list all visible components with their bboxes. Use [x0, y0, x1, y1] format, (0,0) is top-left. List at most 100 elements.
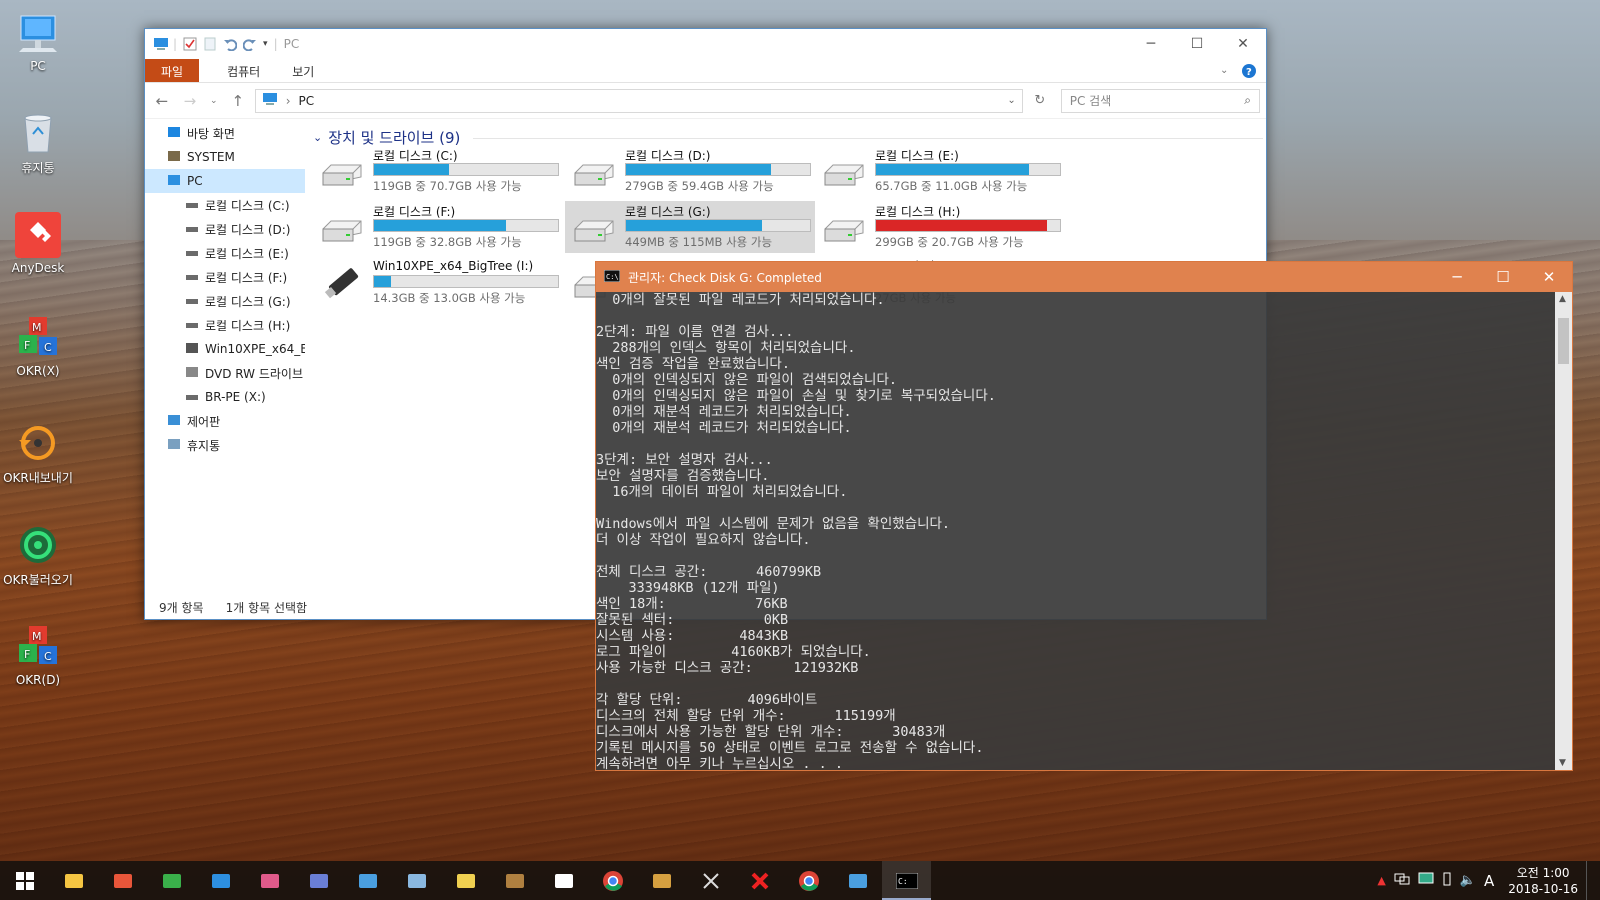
start-icon[interactable] [0, 861, 49, 900]
drive-icon [185, 222, 199, 237]
drive-tile[interactable]: 로컬 디스크 (F:) 119GB 중 32.8GB 사용 가능 [313, 201, 563, 253]
desktop-icon-okr-import[interactable]: OKR불러오기 [2, 522, 74, 588]
scroll-down-icon[interactable]: ▼ [1559, 758, 1566, 768]
pc-icon[interactable] [833, 861, 882, 900]
app-icon[interactable] [196, 861, 245, 900]
drive-free-space: 119GB 중 32.8GB 사용 가능 [373, 235, 522, 249]
app-icon[interactable] [539, 861, 588, 900]
nav-item[interactable]: DVD RW 드라이브 [145, 361, 305, 385]
app-icon[interactable] [441, 861, 490, 900]
app-icon[interactable] [147, 861, 196, 900]
drive-tile[interactable]: 로컬 디스크 (E:) 65.7GB 중 11.0GB 사용 가능 [815, 145, 1065, 197]
recycle-bin-icon [167, 438, 181, 453]
chrome-icon[interactable] [784, 861, 833, 900]
drive-tile[interactable]: 로컬 디스크 (D:) 279GB 중 59.4GB 사용 가능 [565, 145, 815, 197]
show-hidden-icons-icon[interactable]: ▲ [1377, 874, 1385, 887]
breadcrumb-pc[interactable]: PC [299, 94, 315, 108]
console-icon[interactable]: C: [882, 861, 931, 900]
drive-free-space: 299GB 중 20.7GB 사용 가능 [875, 235, 1024, 249]
minimize-button[interactable]: ─ [1434, 262, 1480, 292]
address-bar[interactable]: › PC ⌄ [254, 88, 1023, 113]
expand-ribbon-icon[interactable]: ⌄ [1220, 59, 1242, 82]
nav-item[interactable]: 로컬 디스크 (G:) [145, 289, 305, 313]
nav-item[interactable]: 제어판 [145, 409, 305, 433]
app-icon[interactable] [245, 861, 294, 900]
app-icon[interactable] [490, 861, 539, 900]
drive-tile[interactable]: 로컬 디스크 (C:) 119GB 중 70.7GB 사용 가능 [313, 145, 563, 197]
app-icon[interactable] [392, 861, 441, 900]
desktop-icon-okr-x[interactable]: MF C OKR(X) [2, 315, 74, 378]
tools-icon[interactable] [686, 861, 735, 900]
desktop-icon-pc[interactable]: PC [2, 10, 74, 73]
nav-item[interactable]: Win10XPE_x64_Bi [145, 337, 305, 361]
drive-tile[interactable]: 로컬 디스크 (G:) 449MB 중 115MB 사용 가능 [565, 201, 815, 253]
console-scrollbar[interactable]: ▲ ▼ [1555, 292, 1572, 770]
close-button[interactable]: ✕ [1220, 29, 1266, 58]
scroll-up-icon[interactable]: ▲ [1559, 294, 1566, 304]
taskbar: C: ▲ 🔈 A 오전 1:00 2018-10-16 [0, 861, 1600, 900]
search-input[interactable]: PC 검색 ⌕ [1060, 88, 1261, 113]
drive-icon [185, 198, 199, 213]
desktop-icon-okr-export[interactable]: OKR내보내기 [2, 420, 74, 486]
clock[interactable]: 오전 1:00 2018-10-16 [1508, 865, 1578, 897]
chrome-icon[interactable] [588, 861, 637, 900]
help-icon[interactable]: ? [1242, 59, 1266, 82]
tab-computer[interactable]: 컴퓨터 [199, 59, 276, 82]
clock-date: 2018-10-16 [1508, 881, 1578, 896]
desktop-icon-okr-d[interactable]: MF C OKR(D) [2, 624, 74, 687]
app-icon[interactable] [637, 861, 686, 900]
recent-locations-icon[interactable]: ⌄ [207, 96, 221, 106]
nav-item[interactable]: 휴지통 [145, 433, 305, 457]
drive-tile[interactable]: 로컬 디스크 (H:) 299GB 중 20.7GB 사용 가능 [815, 201, 1065, 253]
explorer-titlebar[interactable]: | ▾ | PC ─ ☐ ✕ [145, 29, 1266, 59]
file-explorer-icon[interactable] [49, 861, 98, 900]
redo-icon[interactable] [242, 37, 257, 52]
desktop-icon-anydesk[interactable]: AnyDesk [2, 212, 74, 275]
close-app-icon[interactable] [735, 861, 784, 900]
nav-item[interactable]: PC [145, 169, 305, 193]
app-icon[interactable] [343, 861, 392, 900]
maximize-button[interactable]: ☐ [1480, 262, 1526, 292]
scrollbar-thumb[interactable] [1558, 318, 1569, 364]
maximize-button[interactable]: ☐ [1174, 29, 1220, 58]
properties-icon[interactable] [183, 37, 197, 51]
drive-name: 로컬 디스크 (F:) [373, 205, 456, 219]
address-dropdown-icon[interactable]: ⌄ [1007, 95, 1015, 106]
customize-toolbar-icon[interactable]: ▾ [263, 39, 268, 49]
refresh-icon[interactable]: ↻ [1029, 93, 1051, 108]
nav-item[interactable]: 로컬 디스크 (E:) [145, 241, 305, 265]
volume-icon[interactable]: 🔈 [1460, 873, 1476, 888]
ime-indicator[interactable]: A [1484, 872, 1494, 890]
nav-item[interactable]: 로컬 디스크 (C:) [145, 193, 305, 217]
console-titlebar[interactable]: C:\ 관리자: Check Disk G: Completed ─ ☐ ✕ [596, 262, 1572, 292]
nav-item[interactable]: 로컬 디스크 (D:) [145, 217, 305, 241]
anydesk-icon [15, 212, 61, 258]
up-arrow-icon[interactable]: ↑ [227, 92, 249, 110]
nav-item[interactable]: 바탕 화면 [145, 121, 305, 145]
nav-item[interactable]: 로컬 디스크 (F:) [145, 265, 305, 289]
usb-drive-icon [321, 268, 363, 299]
display-icon[interactable] [1418, 872, 1434, 889]
svg-text:?: ? [1246, 67, 1252, 78]
app-icon[interactable] [98, 861, 147, 900]
back-arrow-icon[interactable]: ← [151, 92, 173, 110]
desktop-icon-recycle-bin[interactable]: 휴지통 [2, 110, 74, 176]
usb-device-icon[interactable] [1442, 872, 1452, 889]
tab-file[interactable]: 파일 [145, 59, 200, 82]
nav-item[interactable]: BR-PE (X:) [145, 385, 305, 409]
show-desktop-button[interactable] [1586, 861, 1592, 900]
recycle-bin-icon [15, 110, 61, 156]
minimize-button[interactable]: ─ [1128, 29, 1174, 58]
tab-view[interactable]: 보기 [276, 59, 330, 82]
undo-icon[interactable] [223, 37, 238, 52]
drive-tile[interactable]: Win10XPE_x64_BigTree (I:) 14.3GB 중 13.0GB… [313, 257, 563, 309]
nav-item[interactable]: 로컬 디스크 (H:) [145, 313, 305, 337]
close-button[interactable]: ✕ [1526, 262, 1572, 292]
new-folder-icon[interactable] [203, 37, 217, 51]
forward-arrow-icon[interactable]: → [179, 92, 201, 110]
network-icon[interactable] [1394, 872, 1410, 889]
app-icon[interactable] [294, 861, 343, 900]
hard-drive-icon [823, 219, 865, 243]
nav-item[interactable]: SYSTEM [145, 145, 305, 169]
drive-icon [185, 294, 199, 309]
